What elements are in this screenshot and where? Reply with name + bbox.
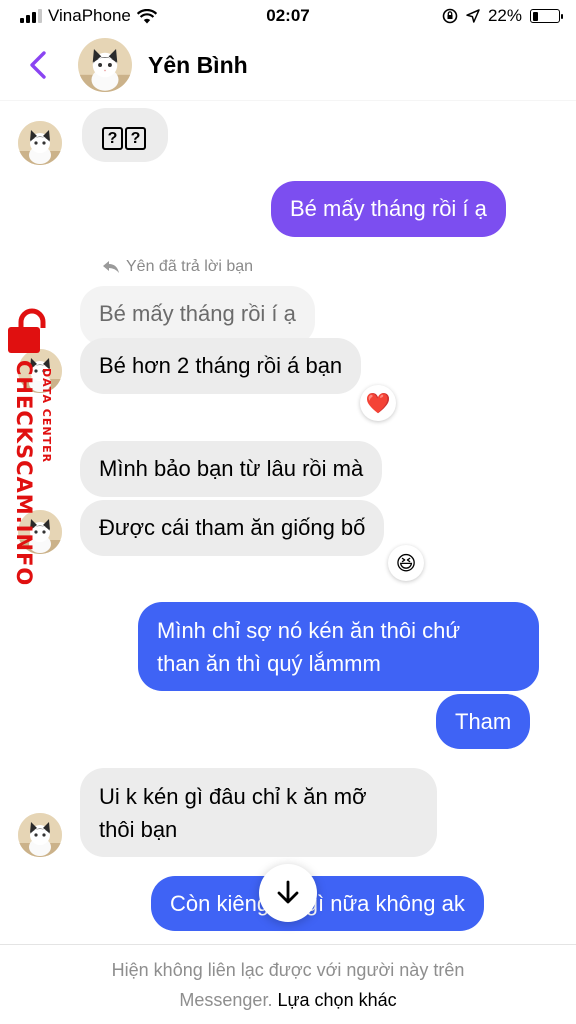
notice-text: Messenger. <box>179 990 273 1010</box>
message-bubble-incoming[interactable]: ?? <box>82 108 168 162</box>
sender-avatar[interactable] <box>18 510 62 554</box>
reply-note: Yên đã trả lời bạn <box>102 258 253 276</box>
chevron-left-icon <box>30 51 46 79</box>
other-options-link[interactable]: Lựa chọn khác <box>277 990 396 1010</box>
sender-avatar[interactable] <box>18 813 62 857</box>
battery-fill <box>532 11 538 21</box>
message-bubble-incoming[interactable]: Mình bảo bạn từ lâu rồi mà <box>80 441 383 497</box>
cat-avatar-image <box>18 121 62 165</box>
sender-avatar[interactable] <box>18 121 62 165</box>
status-right: 22% <box>442 6 563 26</box>
padlock-icon <box>8 308 46 353</box>
conversation-header: Yên Bình <box>0 32 576 100</box>
quoted-message[interactable]: Bé mấy tháng rồi í ạ <box>80 286 315 346</box>
arrow-down-icon <box>277 880 299 904</box>
cat-avatar-image <box>18 349 62 393</box>
message-bubble-outgoing[interactable]: Mình chỉ sợ nó kén ăn thôi chứ than ăn t… <box>138 602 539 691</box>
status-bar: VinaPhone 02:07 22% <box>0 0 576 32</box>
message-bubble-incoming[interactable]: Bé hơn 2 tháng rồi á bạn <box>80 338 362 394</box>
message-bubble-outgoing[interactable]: Bé mấy tháng rồi í ạ <box>271 181 506 237</box>
unknown-char-box: ? <box>102 126 123 150</box>
sender-avatar[interactable] <box>18 349 62 393</box>
cat-avatar-image <box>18 813 62 857</box>
cat-avatar-image <box>78 38 132 92</box>
contact-name[interactable]: Yên Bình <box>148 52 248 79</box>
message-bubble-outgoing[interactable]: Còn kiêng ăn gì nữa không ak <box>151 876 484 931</box>
scroll-to-bottom-button[interactable] <box>259 864 317 922</box>
rotation-lock-icon <box>442 8 458 24</box>
unknown-char-box: ? <box>125 126 146 150</box>
reply-note-text: Yên đã trả lời bạn <box>126 258 254 275</box>
message-line: Ui k kén gì đâu chỉ k ăn mỡ <box>99 784 367 809</box>
back-button[interactable] <box>22 48 56 82</box>
message-line: thôi bạn <box>99 817 178 842</box>
location-arrow-icon <box>466 9 480 23</box>
heart-reaction-icon[interactable]: ❤️ <box>360 385 396 421</box>
message-line: than ăn thì quý lắmmm <box>157 651 381 676</box>
laugh-reaction-icon[interactable]: 😆 <box>388 545 424 581</box>
message-bubble-incoming[interactable]: Được cái tham ăn giống bố <box>80 500 385 556</box>
message-bubble-outgoing[interactable]: Tham <box>436 694 531 749</box>
contact-avatar[interactable] <box>78 38 132 92</box>
message-bubble-incoming[interactable]: Ui k kén gì đâu chỉ k ăn mỡ thôi bạn <box>80 768 437 857</box>
cat-avatar-image <box>18 510 62 554</box>
unavailable-notice: Hiện không liên lạc được với người này t… <box>0 944 576 1024</box>
notice-line-2: Messenger. Lựa chọn khác <box>0 985 576 1015</box>
message-line: Mình chỉ sợ nó kén ăn thôi chứ <box>157 618 461 643</box>
reply-arrow-icon <box>103 261 119 273</box>
battery-percent: 22% <box>487 6 522 25</box>
notice-line: Hiện không liên lạc được với người này t… <box>111 960 465 980</box>
battery-icon <box>530 9 563 23</box>
